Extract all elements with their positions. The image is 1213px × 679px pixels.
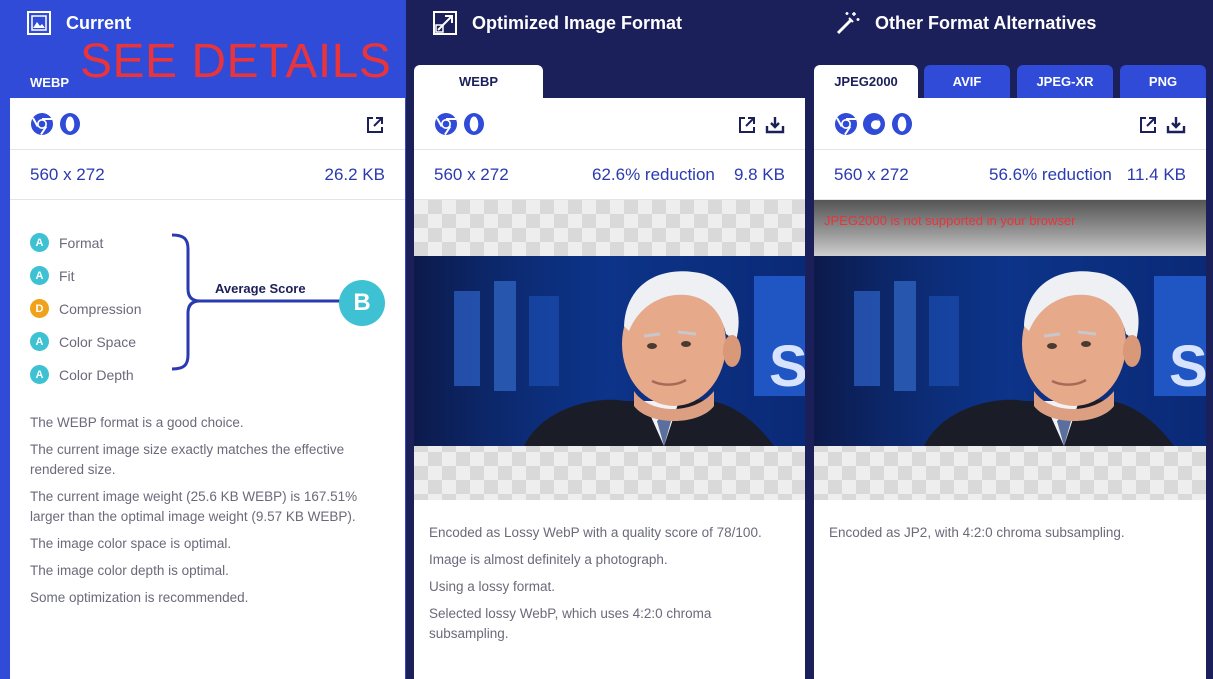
alternatives-title: Other Format Alternatives <box>835 10 1096 36</box>
current-icon-row <box>10 98 405 150</box>
average-grade-badge: B <box>339 280 385 326</box>
chrome-icon <box>434 112 458 136</box>
alternatives-title-text: Other Format Alternatives <box>875 12 1097 33</box>
browser-support <box>434 112 486 136</box>
current-panel: 560 x 272 26.2 KB A Format A Fit D Compress… <box>10 98 405 679</box>
firefox-icon <box>863 113 885 135</box>
chrome-icon <box>30 112 54 136</box>
score-item: A Color Depth <box>30 358 141 391</box>
preview-photo <box>814 256 1206 446</box>
grade-badge: A <box>30 365 49 384</box>
alternatives-weight: 11.4 KB <box>1126 165 1186 184</box>
score-label: Compression <box>59 300 142 317</box>
note: The WEBP format is a good choice. <box>30 415 244 430</box>
optimized-image-preview <box>414 200 805 500</box>
alternatives-notes: Encoded as JP2, with 4:2:0 chroma subsam… <box>829 523 1192 550</box>
optimized-icon-row <box>414 98 805 150</box>
note: The current image size exactly matches t… <box>30 442 345 477</box>
note: Image is almost definitely a photograph. <box>429 552 668 567</box>
current-title: Current <box>26 10 131 36</box>
open-new-window-icon[interactable] <box>1138 115 1158 135</box>
current-dimensions: 560 x 272 <box>30 165 105 184</box>
open-new-window-icon[interactable] <box>365 115 385 135</box>
tab-jpeg2000[interactable]: JPEG2000 <box>814 65 918 98</box>
open-new-window-icon[interactable] <box>737 115 757 135</box>
score-label: Fit <box>59 267 75 284</box>
score-item: D Compression <box>30 292 141 325</box>
optimized-title: Optimized Image Format <box>432 10 682 36</box>
note: Using a lossy format. <box>429 579 556 594</box>
tab-avif[interactable]: AVIF <box>924 65 1010 98</box>
opera-icon <box>60 113 80 135</box>
note: Selected lossy WebP, which uses 4:2:0 ch… <box>429 606 712 641</box>
grade-badge: A <box>30 332 49 351</box>
note: Encoded as Lossy WebP with a quality sco… <box>429 525 762 540</box>
opera-icon <box>892 113 912 135</box>
note: The current image weight (25.6 KB WEBP) … <box>30 489 358 524</box>
browser-support <box>30 112 82 136</box>
alternatives-image-preview: JPEG2000 is not supported in your browse… <box>814 200 1206 500</box>
alternatives-reduction: 56.6% reduction <box>989 165 1112 184</box>
grade-badge: A <box>30 233 49 252</box>
optimized-weight: 9.8 KB <box>733 165 785 184</box>
score-list: A Format A Fit D Compression A Color Space A… <box>30 226 141 391</box>
magic-wand-icon <box>835 10 861 36</box>
grade-badge: D <box>30 299 49 318</box>
score-item: A Color Space <box>30 325 141 358</box>
opera-icon <box>464 113 484 135</box>
browser-support <box>834 112 914 136</box>
alternatives-icon-row <box>814 98 1206 150</box>
optimized-title-text: Optimized Image Format <box>472 12 683 33</box>
optimized-size-row: 560 x 272 62.6% reduction 9.8 KB <box>414 150 805 200</box>
current-size-row: 560 x 272 26.2 KB <box>10 150 405 200</box>
tab-png[interactable]: PNG <box>1120 65 1206 98</box>
alternatives-panel: 560 x 272 56.6% reduction 11.4 KB JPEG20… <box>814 98 1206 679</box>
alternatives-dimensions: 560 x 272 <box>834 165 909 184</box>
current-actions <box>365 115 385 135</box>
image-icon <box>26 10 52 36</box>
tab-webp[interactable]: WEBP <box>414 65 543 98</box>
current-column: Current SEE DETAILS WEBP 560 x 272 26.2 … <box>0 0 406 679</box>
note: Encoded as JP2, with 4:2:0 chroma subsam… <box>829 525 1125 540</box>
score-item: A Fit <box>30 259 141 292</box>
note: Some optimization is recommended. <box>30 590 249 605</box>
score-bracket <box>171 233 342 371</box>
unsupported-banner: JPEG2000 is not supported in your browse… <box>814 200 1206 256</box>
optimized-dimensions: 560 x 272 <box>434 165 509 184</box>
alternatives-size-row: 560 x 272 56.6% reduction 11.4 KB <box>814 150 1206 200</box>
chrome-icon <box>834 112 858 136</box>
alternatives-column: Other Format Alternatives JPEG2000 AVIF … <box>809 0 1213 679</box>
current-notes: The WEBP format is a good choice. The cu… <box>30 413 391 615</box>
optimized-reduction: 62.6% reduction <box>592 165 715 184</box>
current-format-label: WEBP <box>30 75 69 90</box>
alternatives-actions <box>1138 115 1186 135</box>
note: The image color depth is optimal. <box>30 563 229 578</box>
tab-jpeg-xr[interactable]: JPEG-XR <box>1017 65 1113 98</box>
download-icon[interactable] <box>1166 115 1186 135</box>
download-icon[interactable] <box>765 115 785 135</box>
see-details-overlay[interactable]: SEE DETAILS <box>80 34 391 89</box>
score-label: Color Space <box>59 333 137 350</box>
score-label: Color Depth <box>59 366 134 383</box>
optimized-column: Optimized Image Format WEBP 560 x 272 62… <box>406 0 809 679</box>
optimized-notes: Encoded as Lossy WebP with a quality sco… <box>429 523 791 651</box>
average-score-label: Average Score <box>215 281 306 296</box>
current-weight: 26.2 KB <box>324 165 386 184</box>
unsupported-message: JPEG2000 is not supported in your browse… <box>824 213 1076 228</box>
grade-badge: A <box>30 266 49 285</box>
optimized-panel: 560 x 272 62.6% reduction 9.8 KB Encoded… <box>414 98 805 679</box>
score-item: A Format <box>30 226 141 259</box>
note: The image color space is optimal. <box>30 536 232 551</box>
preview-photo <box>414 256 805 446</box>
optimized-actions <box>737 115 785 135</box>
resize-icon <box>432 10 458 36</box>
score-label: Format <box>59 234 104 251</box>
current-title-text: Current <box>66 12 132 33</box>
